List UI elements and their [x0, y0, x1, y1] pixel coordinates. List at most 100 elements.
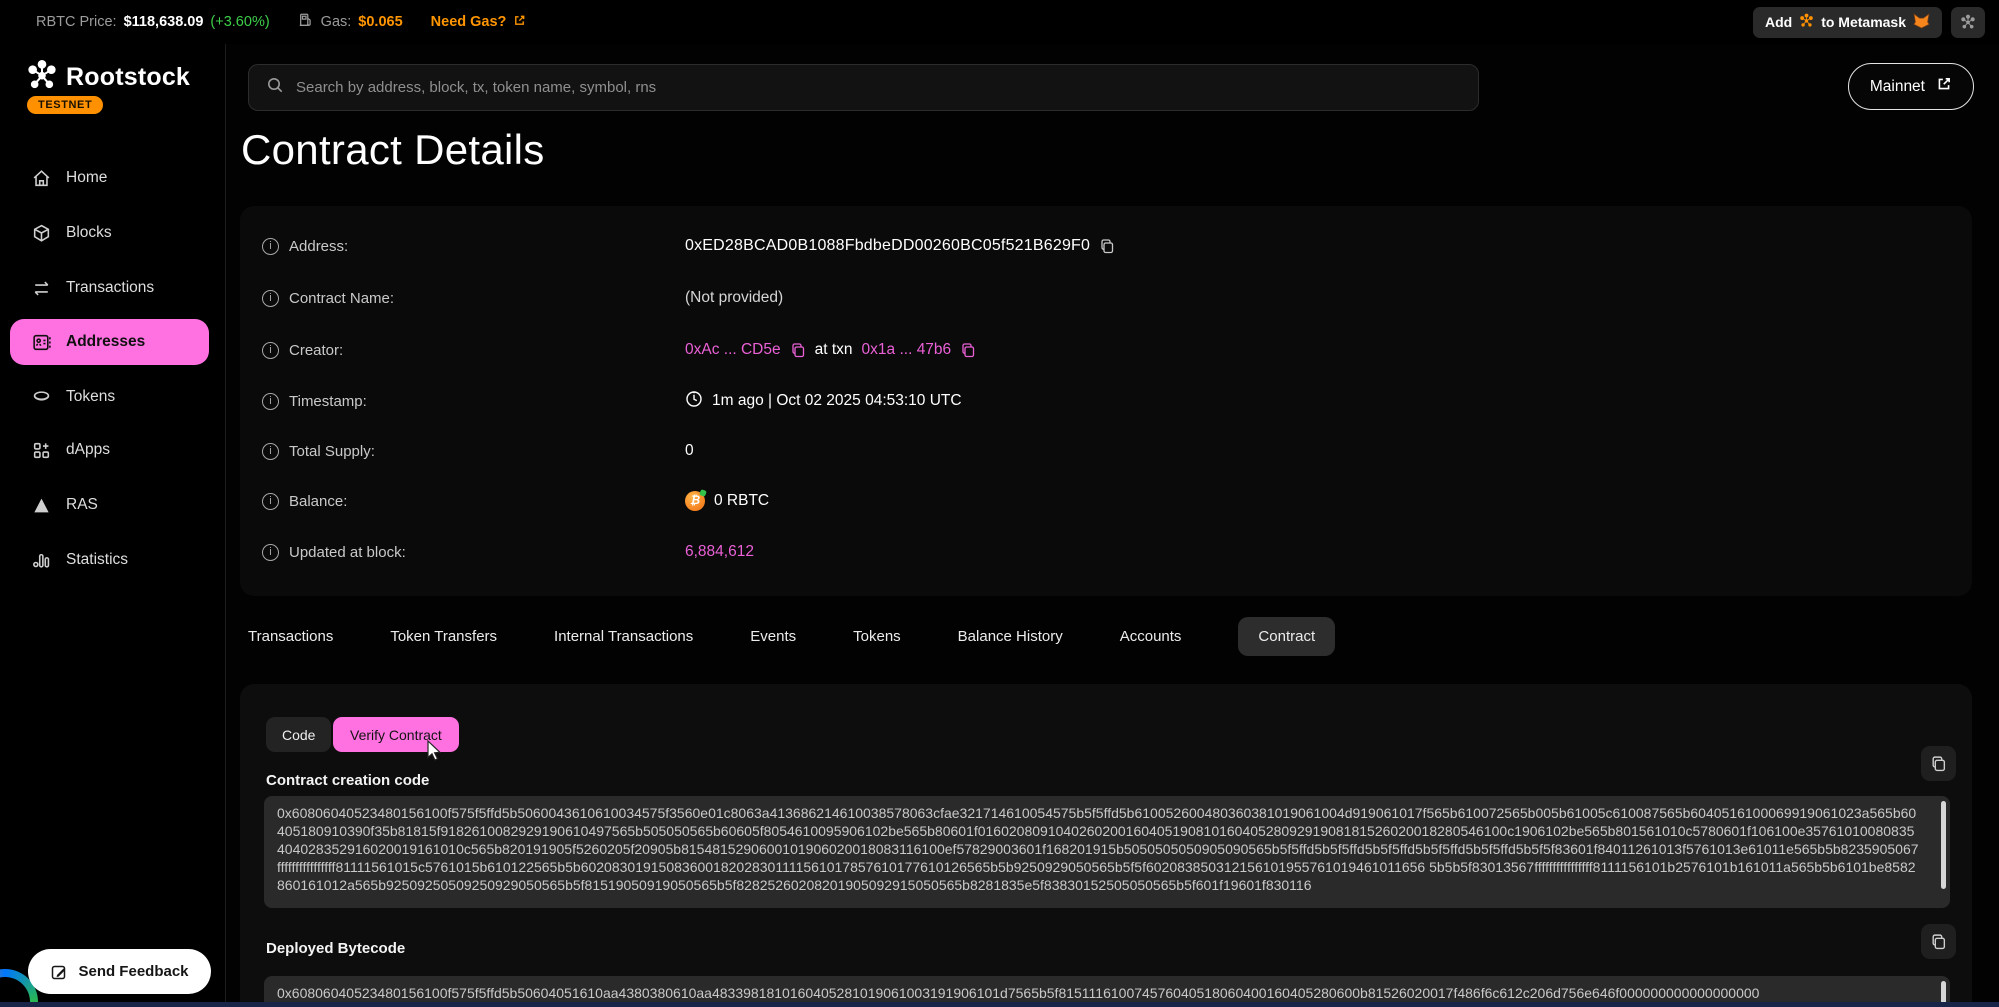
total-supply-value: 0	[685, 442, 694, 460]
explorer-app: RBTC Price: $118,638.09 (+3.60%) Gas: $0…	[0, 0, 1999, 1007]
sidebar-item-dapps[interactable]: dApps	[10, 427, 209, 473]
tab-transactions[interactable]: Transactions	[248, 617, 333, 656]
dapps-grid-icon	[31, 440, 52, 461]
page-title: Contract Details	[241, 126, 545, 174]
info-icon: i	[262, 493, 279, 510]
balance-value: 0 RBTC	[714, 492, 769, 510]
sidebar-item-label: Addresses	[66, 333, 145, 351]
sidebar-item-label: Blocks	[66, 224, 112, 242]
timestamp-row: i Timestamp: 1m ago | Oct 02 2025 04:53:…	[262, 388, 1950, 414]
sidebar-item-ras[interactable]: RAS	[10, 482, 209, 528]
external-link-icon	[1936, 76, 1952, 97]
copy-creator-icon[interactable]	[790, 342, 806, 358]
tab-balance-history[interactable]: Balance History	[958, 617, 1063, 656]
rbtc-price: RBTC Price: $118,638.09 (+3.60%)	[36, 14, 270, 30]
network-label: Mainnet	[1870, 78, 1925, 96]
tab-internal-transactions[interactable]: Internal Transactions	[554, 617, 693, 656]
gas-label: Gas:	[321, 14, 352, 30]
top-stats-left: RBTC Price: $118,638.09 (+3.60%) Gas: $0…	[36, 12, 526, 32]
copy-icon	[1930, 755, 1947, 772]
info-icon: i	[262, 290, 279, 307]
testnet-badge: TESTNET	[27, 96, 103, 114]
need-gas-label: Need Gas?	[431, 14, 507, 30]
sidebar-item-label: Transactions	[66, 279, 154, 297]
sidebar-item-label: RAS	[66, 496, 98, 514]
address-tabs: Transactions Token Transfers Internal Tr…	[248, 617, 1335, 656]
top-stats-bar: RBTC Price: $118,638.09 (+3.60%) Gas: $0…	[0, 0, 1999, 44]
sidebar-item-home[interactable]: Home	[10, 155, 209, 201]
external-link-icon	[513, 14, 526, 31]
timestamp-label: Timestamp:	[289, 393, 367, 410]
info-icon: i	[262, 443, 279, 460]
rbtc-price-label: RBTC Price:	[36, 14, 117, 30]
creation-code-scrollbar[interactable]	[1941, 801, 1946, 889]
send-feedback-button[interactable]: Send Feedback	[28, 949, 211, 994]
sidebar-item-label: Home	[66, 169, 107, 187]
send-feedback-label: Send Feedback	[78, 963, 188, 980]
addresses-card-icon	[31, 332, 52, 353]
search-input[interactable]	[296, 79, 1461, 96]
metamask-fox-icon	[1913, 13, 1930, 32]
sidebar-item-label: Statistics	[66, 551, 128, 569]
sidebar-item-tokens[interactable]: Tokens	[10, 374, 209, 420]
tab-contract[interactable]: Contract	[1238, 617, 1335, 656]
info-icon: i	[262, 342, 279, 359]
sidebar-item-label: Tokens	[66, 388, 115, 406]
creator-address-link[interactable]: 0xAc ... CD5e	[685, 341, 781, 359]
updated-block-label: Updated at block:	[289, 544, 406, 561]
tab-token-transfers[interactable]: Token Transfers	[390, 617, 497, 656]
contract-code-panel: Code Verify Contract Contract creation c…	[240, 684, 1972, 1007]
code-subtab-button[interactable]: Code	[266, 717, 331, 752]
brand[interactable]: Rootstock	[26, 59, 190, 96]
creator-txn-link[interactable]: 0x1a ... 47b6	[862, 341, 952, 359]
verify-contract-button[interactable]: Verify Contract	[333, 717, 459, 752]
statistics-bars-icon	[31, 550, 52, 571]
contract-name-value: (Not provided)	[685, 289, 783, 307]
copy-txn-icon[interactable]	[960, 342, 976, 358]
sidebar-item-blocks[interactable]: Blocks	[10, 210, 209, 256]
bottom-strip	[0, 1002, 1999, 1007]
ras-triangle-icon	[31, 495, 52, 516]
sidebar-item-statistics[interactable]: Statistics	[10, 537, 209, 583]
rbtc-price-value: $118,638.09	[124, 14, 204, 30]
info-icon: i	[262, 544, 279, 561]
rbtc-price-change: (+3.60%)	[210, 14, 269, 30]
tab-events[interactable]: Events	[750, 617, 796, 656]
contract-name-label: Contract Name:	[289, 290, 394, 307]
gas-value: $0.065	[358, 14, 402, 30]
tab-accounts[interactable]: Accounts	[1120, 617, 1182, 656]
blocks-cube-icon	[31, 223, 52, 244]
rbtc-coin-icon: ₿	[685, 491, 705, 511]
deployed-bytecode-text: 0x60806040523480156100f575f5ffd5b5060405…	[277, 985, 1759, 1001]
copy-address-icon[interactable]	[1099, 238, 1115, 254]
rootstock-settings-button[interactable]	[1951, 7, 1985, 38]
sidebar-item-addresses[interactable]: Addresses	[10, 319, 209, 365]
gas-info: Gas: $0.065	[298, 12, 403, 32]
timestamp-value: 1m ago | Oct 02 2025 04:53:10 UTC	[712, 392, 962, 410]
creation-code-box[interactable]: 0x60806040523480156100f575f5ffd5b5060043…	[264, 796, 1950, 908]
address-value: 0xED28BCAD0B1088FbdbeDD00260BC05f521B629…	[685, 237, 1090, 255]
rootstock-mini-icon	[1799, 13, 1814, 31]
network-switch-button[interactable]: Mainnet	[1848, 63, 1974, 110]
info-icon: i	[262, 238, 279, 255]
updated-block-link[interactable]: 6,884,612	[685, 543, 754, 561]
rootstock-glyph-icon	[1960, 14, 1976, 30]
creator-label: Creator:	[289, 342, 343, 359]
copy-deployed-bytecode-button[interactable]	[1921, 924, 1956, 959]
copy-creation-code-button[interactable]	[1921, 746, 1956, 781]
feedback-pencil-icon	[50, 963, 68, 981]
sidebar-item-transactions[interactable]: Transactions	[10, 265, 209, 311]
home-icon	[31, 168, 52, 189]
copy-icon	[1930, 933, 1947, 950]
creation-code-label: Contract creation code	[266, 772, 429, 789]
need-gas-link[interactable]: Need Gas?	[431, 14, 527, 31]
search-bar	[248, 64, 1479, 111]
add-metamask-prefix: Add	[1765, 14, 1792, 30]
gas-pump-icon	[298, 12, 314, 32]
address-row: i Address: 0xED28BCAD0B1088FbdbeDD00260B…	[262, 233, 1950, 259]
creator-at-txn-text: at txn	[815, 341, 853, 359]
add-to-metamask-button[interactable]: Add to Metamask	[1753, 7, 1942, 38]
tokens-coin-icon	[31, 387, 52, 408]
tab-tokens[interactable]: Tokens	[853, 617, 901, 656]
balance-row: i Balance: ₿ 0 RBTC	[262, 488, 1950, 514]
